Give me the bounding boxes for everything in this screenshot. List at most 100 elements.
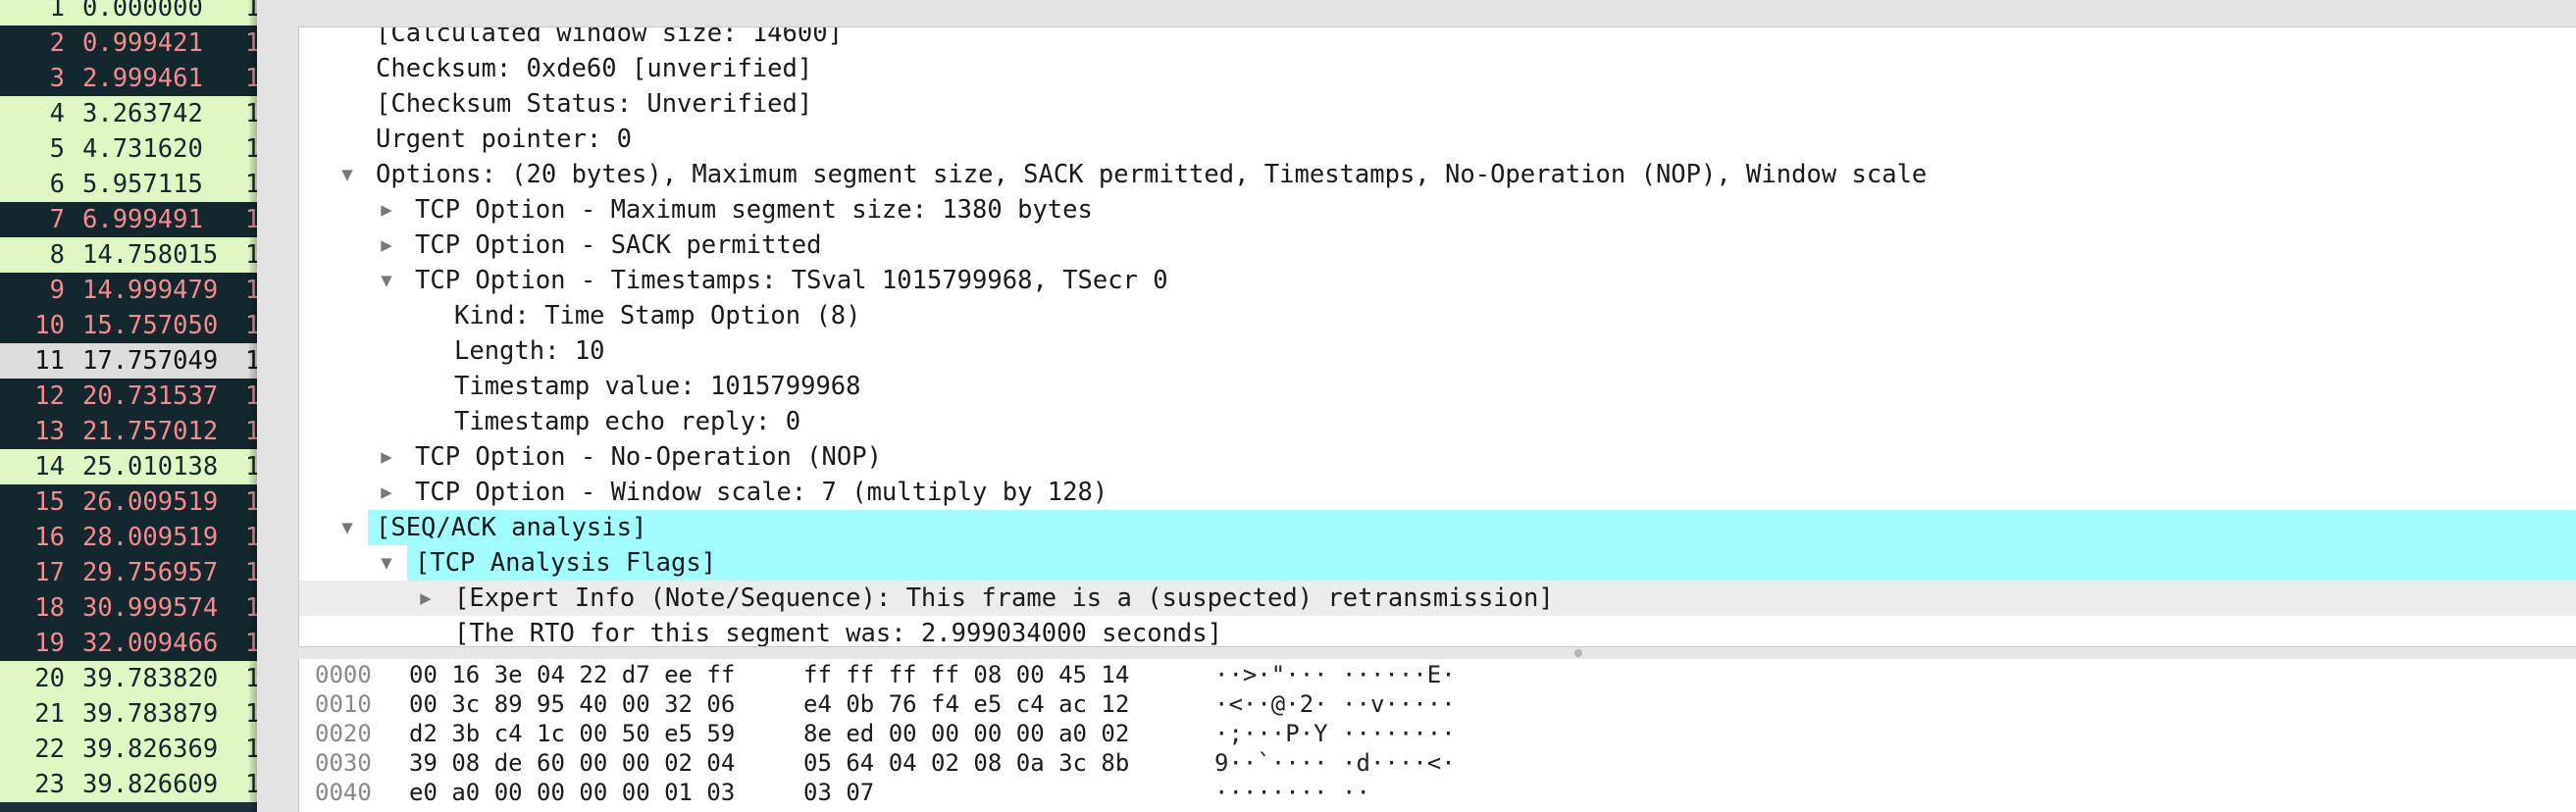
tree-item[interactable]: Length: 10 <box>299 333 2576 369</box>
hex-row[interactable]: 0010 00 3c 89 95 40 00 32 06 e4 0b 76 f4 e… <box>299 689 2576 719</box>
packet-row[interactable]: 32.9994611 <box>0 61 257 96</box>
triangle-down-icon[interactable]: ▼ <box>376 263 397 298</box>
hex-row[interactable]: 0000 00 16 3e 04 22 d7 ee ff ff ff ff ff 0… <box>299 660 2576 689</box>
tree-item[interactable]: ▼ [TCP Analysis Flags] <box>299 545 2576 581</box>
packet-row[interactable]: 814.7580151 <box>0 237 257 273</box>
packet-number: 13 <box>34 417 65 446</box>
packet-number: 8 <box>49 240 65 270</box>
tree-item[interactable]: ▶ TCP Option - SACK permitted <box>299 228 2576 263</box>
tree-item[interactable]: [Checksum Status: Unverified] <box>299 86 2576 122</box>
tree-item[interactable]: ▶ TCP Option - Window scale: 7 (multiply … <box>299 475 2576 510</box>
packet-time: 15.757050 <box>82 311 219 340</box>
tree-item[interactable]: ▶ TCP Option - No-Operation (NOP) <box>299 439 2576 475</box>
hex-bytes-right: 8e ed 00 00 00 00 a0 02 <box>803 720 1130 747</box>
packet-list[interactable]: 1 0.000000 12 0.999421 13 2.999461 14 3.263742 1… <box>0 0 257 812</box>
ascii-dump: ·<··@·2· ··v····· <box>1214 690 1456 718</box>
tree-item-label: [The RTO for this segment was: 2.9990340… <box>454 619 1222 647</box>
packet-number: 5 <box>49 134 65 164</box>
packet-bytes-pane[interactable]: 0000 00 16 3e 04 22 d7 ee ff ff ff ff ff 0… <box>298 659 2576 812</box>
triangle-right-icon[interactable]: ▶ <box>415 581 437 616</box>
packet-row[interactable]: 1830.9995741 <box>0 590 257 626</box>
packet-row[interactable]: 1628.0095191 <box>0 520 257 555</box>
packet-number: 16 <box>34 523 65 552</box>
packet-row[interactable]: 2139.7838791 <box>0 696 257 732</box>
packet-row[interactable]: 76.9994911 <box>0 202 257 237</box>
tree-item-label: Timestamp value: 1015799968 <box>454 372 861 401</box>
tree-item-label: [Expert Info (Note/Sequence): This frame… <box>454 584 1554 613</box>
triangle-down-icon[interactable]: ▼ <box>376 545 397 581</box>
packet-number: 4 <box>49 99 65 128</box>
triangle-right-icon[interactable]: ▶ <box>376 475 397 510</box>
packet-time: 20.731537 <box>82 381 219 411</box>
packet-row[interactable]: 1015.7570501 <box>0 308 257 343</box>
triangle-right-icon[interactable]: ▶ <box>376 439 397 475</box>
packet-number: 21 <box>34 699 65 729</box>
packet-time: 39.826609 <box>82 770 219 799</box>
packet-row[interactable]: 20.9994211 <box>0 25 257 61</box>
packet-row[interactable]: 2039.7838201 <box>0 661 257 696</box>
packet-row[interactable]: 54.7316201 <box>0 131 257 167</box>
packet-number: 9 <box>49 276 65 305</box>
packet-time: 0.999421 <box>82 28 203 58</box>
tree-item[interactable]: ▼ TCP Option - Timestamps: TSval 10157999… <box>299 263 2576 298</box>
hex-row[interactable]: 0030 39 08 de 60 00 00 02 04 05 64 04 02 0… <box>299 748 2576 778</box>
tree-item[interactable]: ▼ [SEQ/ACK analysis] <box>299 510 2576 545</box>
packet-row[interactable]: 2239.8263691 <box>0 732 257 767</box>
tree-item[interactable]: [Calculated window size: 14600] <box>299 27 2576 51</box>
tree-item-label: Timestamp echo reply: 0 <box>454 407 801 436</box>
packet-row[interactable]: 1220.7315371 <box>0 379 257 414</box>
packet-row[interactable]: 10.0000001 <box>0 0 257 25</box>
ascii-dump: 9··`···· ·d····<· <box>1214 749 1456 777</box>
hex-bytes-left: e0 a0 00 00 00 00 01 03 <box>409 779 736 806</box>
packet-number: 14 <box>34 452 65 482</box>
tree-item[interactable]: Checksum: 0xde60 [unverified] <box>299 51 2576 86</box>
hex-offset: 0010 <box>315 690 372 718</box>
tree-item-label: Kind: Time Stamp Option (8) <box>454 301 861 330</box>
packet-time: 39.826369 <box>82 735 219 764</box>
packet-time: 17.757049 <box>82 346 219 376</box>
pane-splitter[interactable] <box>298 646 2576 660</box>
tree-item[interactable]: Urgent pointer: 0 <box>299 122 2576 157</box>
splitter-handle-icon[interactable] <box>1574 649 1582 657</box>
packet-row[interactable]: 1117.7570491 <box>0 343 257 379</box>
hex-offset: 0040 <box>315 779 372 806</box>
ascii-dump: ········ ·· <box>1214 779 1370 806</box>
triangle-right-icon[interactable]: ▶ <box>376 192 397 228</box>
packet-time: 26.009519 <box>82 487 219 517</box>
tree-item[interactable]: ▶ TCP Option - Maximum segment size: 1380… <box>299 192 2576 228</box>
tree-item[interactable]: ▶ [Expert Info (Note/Sequence): This fram… <box>299 581 2576 616</box>
packet-row[interactable]: 1729.7569571 <box>0 555 257 590</box>
tree-item[interactable]: Timestamp value: 1015799968 <box>299 369 2576 404</box>
packet-row[interactable]: 1321.7570121 <box>0 414 257 449</box>
hex-bytes-right: e4 0b 76 f4 e5 c4 ac 12 <box>803 690 1130 718</box>
list-edge-shadow <box>249 0 257 812</box>
tree-item[interactable]: ▼ Options: (20 bytes), Maximum segment si… <box>299 157 2576 192</box>
ascii-dump: ··>·"··· ······E· <box>1214 661 1456 688</box>
hex-offset: 0000 <box>315 661 372 688</box>
packet-time: 0.000000 <box>82 0 203 23</box>
triangle-right-icon[interactable]: ▶ <box>376 228 397 263</box>
packet-row[interactable]: 914.9994791 <box>0 273 257 308</box>
packet-row[interactable]: 65.9571151 <box>0 167 257 202</box>
hex-row[interactable]: 0040 e0 a0 00 00 00 00 01 03 03 07 ········… <box>299 778 2576 807</box>
hex-row[interactable]: 0020 d2 3b c4 1c 00 50 e5 59 8e ed 00 00 0… <box>299 719 2576 748</box>
packet-row[interactable]: 2339.8266091 <box>0 767 257 802</box>
packet-number: 12 <box>34 381 65 411</box>
packet-number: 23 <box>34 770 65 799</box>
packet-row[interactable]: 1932.0094661 <box>0 626 257 661</box>
tree-item[interactable]: Kind: Time Stamp Option (8) <box>299 298 2576 333</box>
tree-item[interactable]: [The RTO for this segment was: 2.9990340… <box>299 616 2576 647</box>
packet-number: 15 <box>34 487 65 517</box>
tree-item-label: TCP Option - No-Operation (NOP) <box>415 442 882 472</box>
packet-row[interactable]: 43.2637421 <box>0 96 257 131</box>
packet-row[interactable]: 1526.0095191 <box>0 484 257 520</box>
hex-bytes-left: 00 16 3e 04 22 d7 ee ff <box>409 661 736 688</box>
tree-item[interactable]: Timestamp echo reply: 0 <box>299 404 2576 439</box>
packet-number: 7 <box>49 205 65 234</box>
tree-item-label: Length: 10 <box>454 336 605 366</box>
packet-row[interactable]: 1425.0101381 <box>0 449 257 484</box>
packet-time: 4.731620 <box>82 134 203 164</box>
triangle-down-icon[interactable]: ▼ <box>336 510 358 545</box>
packet-detail-tree[interactable]: [Calculated window size: 14600] Checksum:… <box>298 26 2576 647</box>
triangle-down-icon[interactable]: ▼ <box>336 157 358 192</box>
